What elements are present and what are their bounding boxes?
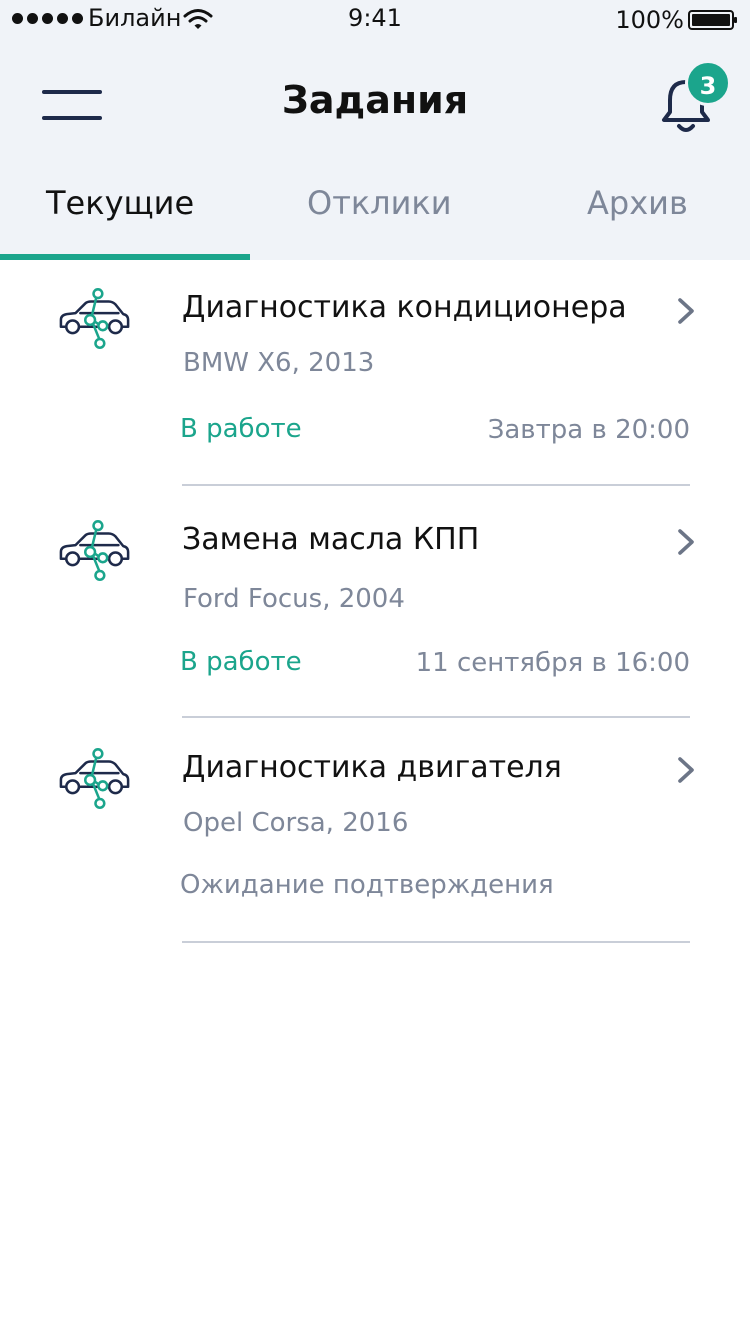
tab-current[interactable]: Текущие xyxy=(46,184,194,222)
divider xyxy=(182,484,690,486)
task-title: Диагностика двигателя xyxy=(182,750,562,785)
status-bar: Билайн 9:41 100% xyxy=(0,0,750,40)
divider xyxy=(182,941,690,943)
task-car: Opel Corsa, 2016 xyxy=(183,808,409,838)
task-time: 11 сентября в 16:00 xyxy=(415,648,690,678)
hamburger-line xyxy=(42,116,102,120)
task-item[interactable]: Замена масла КПП Ford Focus, 2004 В рабо… xyxy=(0,494,750,722)
tab-responses[interactable]: Отклики xyxy=(307,184,452,222)
hamburger-line xyxy=(42,90,102,94)
task-status: В работе xyxy=(180,647,302,677)
carrier-name: Билайн xyxy=(88,4,182,32)
notification-count-badge: 3 xyxy=(685,60,731,106)
chevron-right-icon xyxy=(678,529,694,555)
task-item[interactable]: Диагностика двигателя Opel Corsa, 2016 О… xyxy=(0,724,750,946)
menu-button[interactable] xyxy=(38,86,106,126)
chevron-right-icon xyxy=(678,757,694,783)
battery-percentage: 100% xyxy=(615,6,684,34)
page-title: Задания xyxy=(281,78,469,122)
wifi-icon xyxy=(183,9,213,29)
task-status: В работе xyxy=(180,414,302,444)
task-status: Ожидание подтверждения xyxy=(180,870,554,900)
tab-archive[interactable]: Архив xyxy=(587,184,688,222)
cell-signal-icon xyxy=(12,13,83,24)
car-diagnostics-icon xyxy=(59,520,130,581)
tab-bar: Текущие Отклики Архив xyxy=(0,170,750,260)
task-item[interactable]: Диагностика кондиционера BMW X6, 2013 В … xyxy=(0,262,750,490)
task-title: Диагностика кондиционера xyxy=(182,290,627,325)
task-car: Ford Focus, 2004 xyxy=(183,584,405,614)
notifications-button[interactable]: 3 xyxy=(652,60,736,140)
car-diagnostics-icon xyxy=(59,288,130,349)
task-title: Замена масла КПП xyxy=(182,522,480,557)
task-car: BMW X6, 2013 xyxy=(183,348,375,378)
battery-icon xyxy=(688,10,737,30)
header-area: Билайн 9:41 100% Задания 3 Текущие Откли… xyxy=(0,0,750,260)
chevron-right-icon xyxy=(678,298,694,324)
active-tab-indicator xyxy=(0,254,250,260)
task-time: Завтра в 20:00 xyxy=(487,415,690,445)
car-diagnostics-icon xyxy=(59,748,130,809)
divider xyxy=(182,716,690,718)
